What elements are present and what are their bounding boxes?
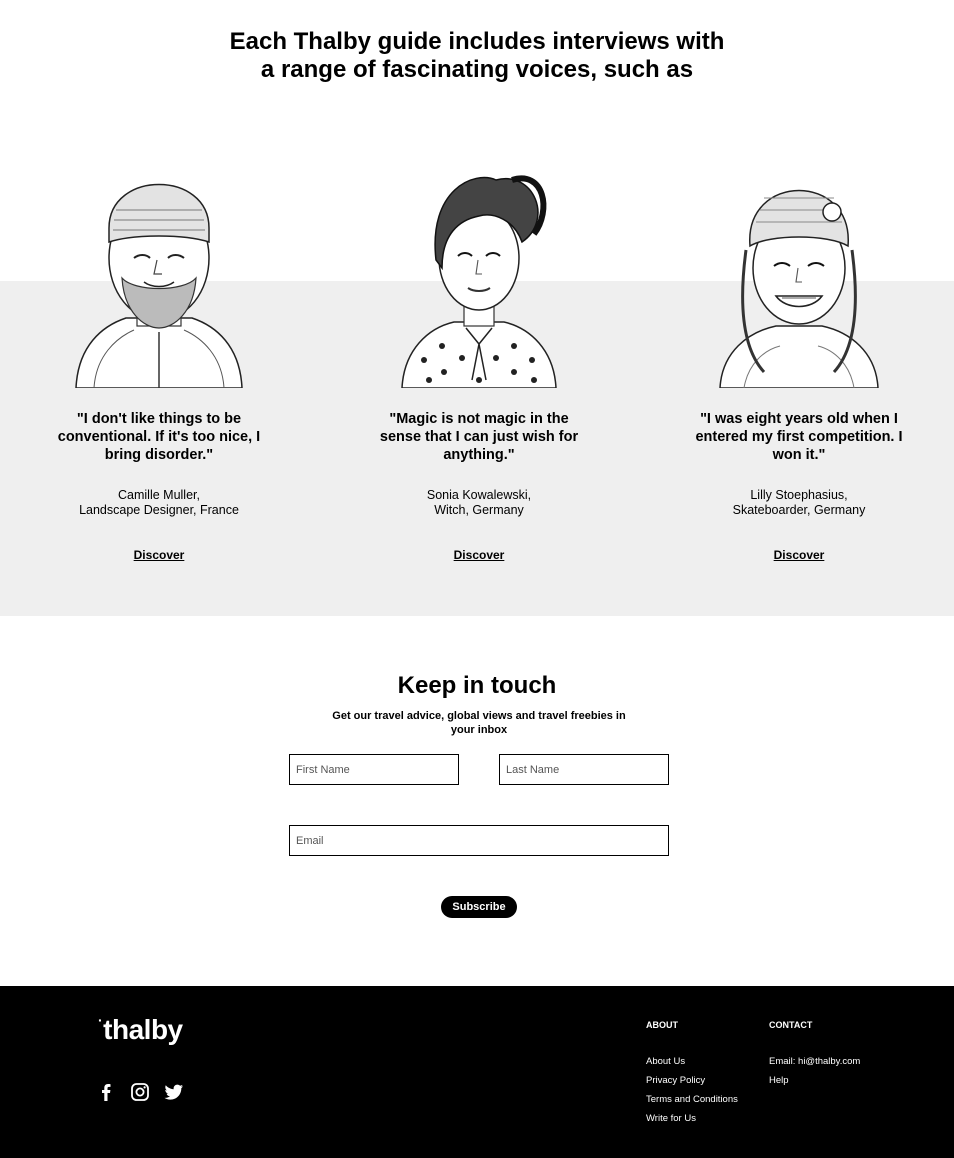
newsletter-title: Keep in touch <box>397 672 557 699</box>
thalby-logo[interactable]: ·thalby <box>98 1012 183 1046</box>
voice-card: "I was eight years old when I entered my… <box>689 150 909 564</box>
site-footer: ·thalby ABOUT About Us Privacy Policy Te… <box>0 986 954 1158</box>
portrait-illustration-woman-ponytail <box>401 175 557 388</box>
section-headline: Each Thalby guide includes interviews wi… <box>0 28 954 84</box>
footer-link-terms[interactable]: Terms and Conditions <box>646 1090 738 1109</box>
voice-quote: "I don't like things to be conventional.… <box>57 411 261 463</box>
voice-attribution: Sonia Kowalewski, Witch, Germany <box>369 488 589 518</box>
voice-name: Lilly Stoephasius, <box>750 488 848 502</box>
footer-about-column: ABOUT About Us Privacy Policy Terms and … <box>646 1020 738 1128</box>
portrait-illustration-bearded-man <box>75 183 243 388</box>
footer-link-email[interactable]: Email: hi@thalby.com <box>769 1052 860 1071</box>
voice-role: Witch, Germany <box>434 503 524 517</box>
portrait-illustration-girl-beanie <box>719 189 879 388</box>
voice-card: "I don't like things to be conventional.… <box>49 150 269 564</box>
voice-quote: "Magic is not magic in the sense that I … <box>379 411 579 463</box>
voice-name: Sonia Kowalewski, <box>426 488 532 502</box>
headline-line-2: a range of fascinating voices, such as <box>260 56 694 83</box>
instagram-icon[interactable] <box>130 1082 150 1102</box>
discover-link[interactable]: Discover <box>454 548 505 562</box>
facebook-icon[interactable] <box>96 1082 116 1102</box>
discover-link[interactable]: Discover <box>134 548 185 562</box>
voice-attribution: Camille Muller, Landscape Designer, Fran… <box>49 488 269 518</box>
footer-link-about-us[interactable]: About Us <box>646 1052 738 1071</box>
voice-attribution: Lilly Stoephasius, Skateboarder, Germany <box>689 488 909 518</box>
footer-link-privacy-policy[interactable]: Privacy Policy <box>646 1071 738 1090</box>
footer-about-heading: ABOUT <box>646 1020 678 1030</box>
voice-card: "Magic is not magic in the sense that I … <box>369 150 589 564</box>
twitter-icon[interactable] <box>164 1082 184 1102</box>
voice-role: Skateboarder, Germany <box>732 503 866 517</box>
last-name-input[interactable] <box>499 754 669 785</box>
headline-line-1: Each Thalby guide includes interviews wi… <box>229 28 725 55</box>
voice-name: Camille Muller, <box>118 488 200 502</box>
voice-role: Landscape Designer, France <box>79 503 239 517</box>
email-input[interactable] <box>289 825 669 856</box>
subscribe-button[interactable]: Subscribe <box>441 896 517 918</box>
footer-link-write-for-us[interactable]: Write for Us <box>646 1109 738 1128</box>
footer-link-help[interactable]: Help <box>769 1071 860 1090</box>
footer-contact-heading: CONTACT <box>769 1020 813 1030</box>
voice-quote: "I was eight years old when I entered my… <box>695 411 903 463</box>
logo-text: thalby <box>103 1014 183 1045</box>
newsletter-subtitle: Get our travel advice, global views and … <box>332 710 626 736</box>
discover-link[interactable]: Discover <box>774 548 825 562</box>
social-links <box>96 1082 184 1102</box>
footer-contact-column: CONTACT Email: hi@thalby.com Help <box>769 1020 860 1090</box>
first-name-input[interactable] <box>289 754 459 785</box>
logo-dot: · <box>98 1012 103 1028</box>
